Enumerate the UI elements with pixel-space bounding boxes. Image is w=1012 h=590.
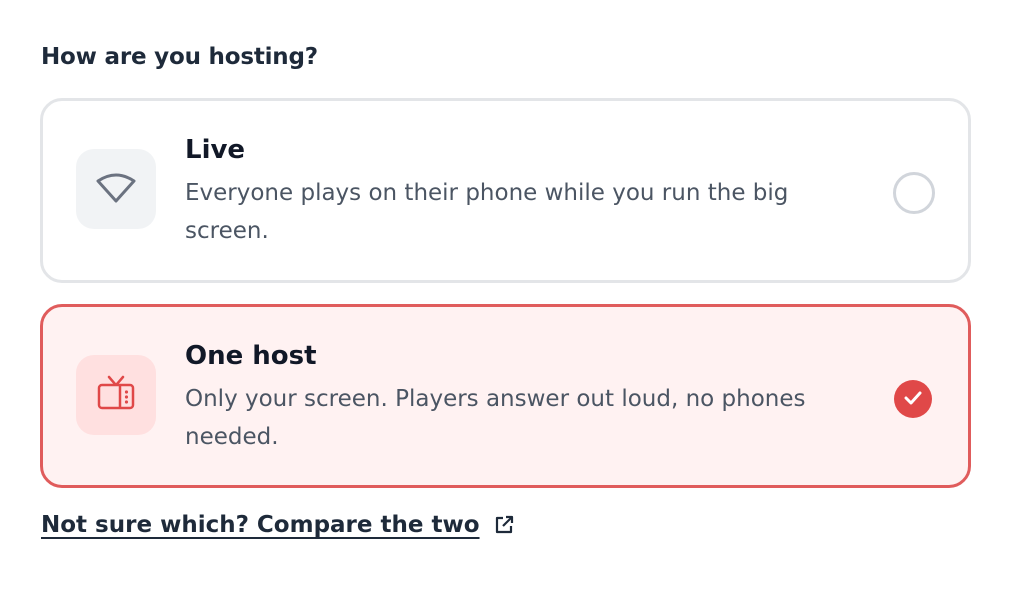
option-live-description: Everyone plays on their phone while you … <box>185 180 789 244</box>
option-one-host-description: Only your screen. Players answer out lou… <box>185 386 806 450</box>
external-link-icon <box>494 515 514 535</box>
question-heading: How are you hosting? <box>41 44 318 70</box>
tv-icon <box>96 374 136 416</box>
option-live-icon-box <box>76 149 156 229</box>
wifi-icon <box>94 169 138 209</box>
checkmark-icon <box>904 390 922 409</box>
hosting-mode-selector: How are you hosting? Live Everyone plays… <box>0 0 1012 590</box>
compare-link[interactable]: Not sure which? Compare the two <box>41 512 514 538</box>
option-one-host-icon-box <box>76 355 156 435</box>
compare-link-label: Not sure which? Compare the two <box>41 512 480 538</box>
option-live-title: Live <box>185 135 246 165</box>
option-live-radio[interactable] <box>893 172 935 214</box>
option-one-host-title: One host <box>185 341 317 371</box>
option-live-card[interactable]: Live Everyone plays on their phone while… <box>40 98 971 283</box>
option-one-host-card[interactable]: One host Only your screen. Players answe… <box>40 304 971 488</box>
option-one-host-radio[interactable] <box>894 380 932 418</box>
